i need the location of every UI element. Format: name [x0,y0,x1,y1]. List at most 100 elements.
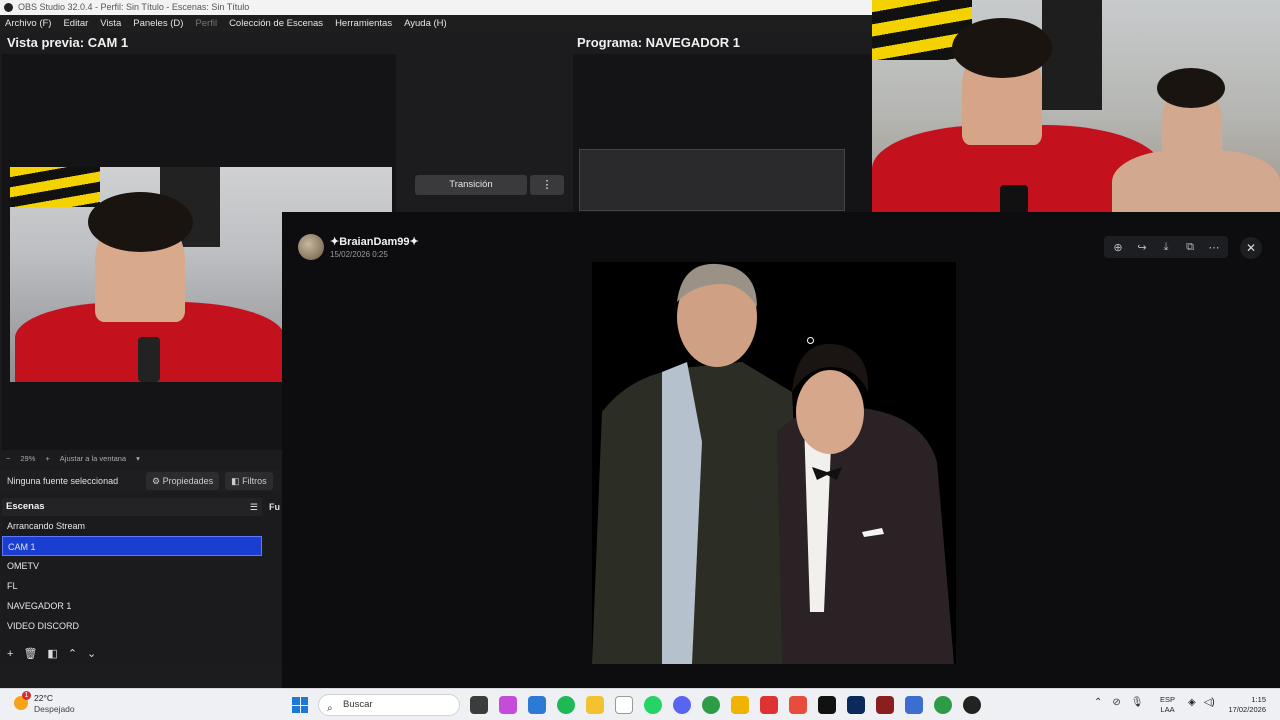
menu-editar[interactable]: Editar [63,15,88,33]
menu-ayuda[interactable]: Ayuda (H) [404,15,447,33]
windows-start-icon[interactable] [292,697,308,713]
chevron-up-icon[interactable]: ⌃ [1094,697,1102,708]
forward-icon[interactable]: ↪ [1134,241,1150,254]
scene-item[interactable]: CAM 1 [2,536,262,556]
scenes-header: Escenas ☰ [2,498,262,516]
person-hair [88,192,193,252]
store-icon[interactable] [528,696,546,714]
webcam-overlay [872,0,1280,230]
discord-icon[interactable] [673,696,691,714]
snipping-tool-icon[interactable] [789,696,807,714]
zoom-out-icon[interactable]: − [6,451,10,467]
weather-widget[interactable]: 1 22°C Despejado [14,691,75,715]
quick-settings[interactable]: ◈ ◁) [1188,697,1215,708]
file-explorer-icon[interactable] [586,696,604,714]
obs-menu-bar: Archivo (F) Editar Vista Paneles (D) Per… [0,15,872,33]
source-toolbar: Ninguna fuente seleccionad ⚙ Propiedades… [0,470,280,492]
second-person-hair [1157,68,1225,108]
system-tray: ⌃ ⊘ 🎙 [1094,697,1143,708]
program-title: Programa: NAVEGADOR 1 [577,35,741,50]
scene-list: Arrancando Stream CAM 1 OMETV FL NAVEGADOR 1… [2,516,262,636]
zoom-in-icon[interactable]: ⊕ [1110,241,1126,254]
window-title: OBS Studio 32.0.4 - Perfil: Sin Título -… [18,2,250,12]
download-icon[interactable]: ⤓ [1158,241,1174,254]
dock-icon[interactable]: ☰ [250,498,258,516]
taskbar-apps [470,696,981,714]
zoom-in-icon[interactable]: + [45,451,49,467]
properties-button[interactable]: ⚙ Propiedades [146,472,220,490]
obs-icon [4,3,13,12]
network-off-icon[interactable]: ⊘ [1112,697,1120,708]
whatsapp-icon[interactable] [644,696,662,714]
scenes-panel: Escenas ☰ Arrancando Stream CAM 1 OMETV FL N… [2,498,262,666]
date: 17/02/2026 [1228,705,1266,714]
sources-header: Fu [269,502,280,512]
time: 1:15 [1251,695,1266,704]
move-up-icon[interactable]: ⌃ [68,645,77,663]
obs-taskbar-icon[interactable] [963,696,981,714]
menu-vista[interactable]: Vista [100,15,121,33]
viewer-image[interactable] [592,262,956,664]
sources-panel: Fu [266,498,282,666]
menu-coleccion-escenas[interactable]: Colección de Escenas [229,15,323,33]
chrome-icon[interactable] [702,696,720,714]
author-avatar[interactable] [298,234,324,260]
scene-item[interactable]: VIDEO DISCORD [2,616,262,636]
chrome-profile-icon[interactable] [934,696,952,714]
flag-stripes [10,167,100,207]
photo-illustration [592,262,956,664]
scene-item[interactable]: Arrancando Stream [2,516,262,536]
scene-item[interactable]: NAVEGADOR 1 [2,596,262,616]
preview-title: Vista previa: CAM 1 [7,35,129,50]
program-canvas[interactable] [573,54,872,234]
taskbar-search[interactable]: ⌕ Buscar [318,694,460,716]
mouse-cursor [807,337,814,344]
zoom-level: 29% [20,454,36,463]
fit-window-label[interactable]: Ajustar a la ventana [60,451,126,467]
search-placeholder: Buscar [343,699,373,710]
obs-title-bar: OBS Studio 32.0.4 - Perfil: Sin Título -… [0,0,872,15]
scenes-footer: + 🗑 ◧ ⌃ ⌄ [2,645,262,663]
alert-badge: 1 [22,691,31,700]
scene-filters-icon[interactable]: ◧ [47,645,57,663]
close-icon[interactable]: ✕ [1240,237,1262,259]
active-app-icon[interactable] [760,696,778,714]
language-indicator[interactable]: ESP LAA [1160,695,1175,715]
volume-icon: ◁) [1203,697,1215,708]
menu-archivo[interactable]: Archivo (F) [5,15,51,33]
open-external-icon[interactable]: ⧉ [1182,241,1198,254]
person-hair [952,18,1052,78]
search-icon: ⌕ [327,703,333,714]
task-view-icon[interactable] [470,696,488,714]
program-nested-view [579,149,845,211]
discord-image-viewer: ✦BraianDam99✦ 15/02/2026 0:25 ⊕ ↪ ⤓ ⧉ ⋯ … [282,212,1280,688]
copilot-icon[interactable] [499,696,517,714]
scene-item[interactable]: OMETV [2,556,262,576]
no-source-label: Ninguna fuente seleccionad [7,476,119,486]
transition-button[interactable]: Transición [415,175,527,195]
menu-perfil[interactable]: Perfil [195,15,217,33]
notepad-icon[interactable] [615,696,633,714]
transition-more-icon[interactable]: ⋮ [530,175,564,195]
warning-app-icon[interactable] [731,696,749,714]
filters-button[interactable]: ◧ Filtros [225,472,273,490]
tiktok-icon[interactable] [818,696,836,714]
clock[interactable]: 1:15 17/02/2026 [1226,695,1266,715]
viewer-toolbar: ⊕ ↪ ⤓ ⧉ ⋯ [1104,236,1228,258]
remove-scene-icon[interactable]: 🗑 [23,645,37,663]
author-name[interactable]: ✦BraianDam99✦ [330,235,419,248]
add-scene-icon[interactable]: + [7,645,13,663]
move-down-icon[interactable]: ⌄ [87,645,96,663]
scene-item[interactable]: FL [2,576,262,596]
chevron-down-icon[interactable]: ▾ [136,451,140,467]
photoshop-icon[interactable] [847,696,865,714]
microphone-icon[interactable]: 🎙 [1131,697,1144,708]
message-date: 15/02/2026 0:25 [330,250,388,259]
menu-paneles[interactable]: Paneles (D) [133,15,183,33]
wifi-icon: ◈ [1188,697,1196,708]
menu-herramientas[interactable]: Herramientas [335,15,392,33]
spotify-icon[interactable] [557,696,575,714]
app-icon[interactable] [905,696,923,714]
more-icon[interactable]: ⋯ [1206,241,1222,254]
winrar-icon[interactable] [876,696,894,714]
